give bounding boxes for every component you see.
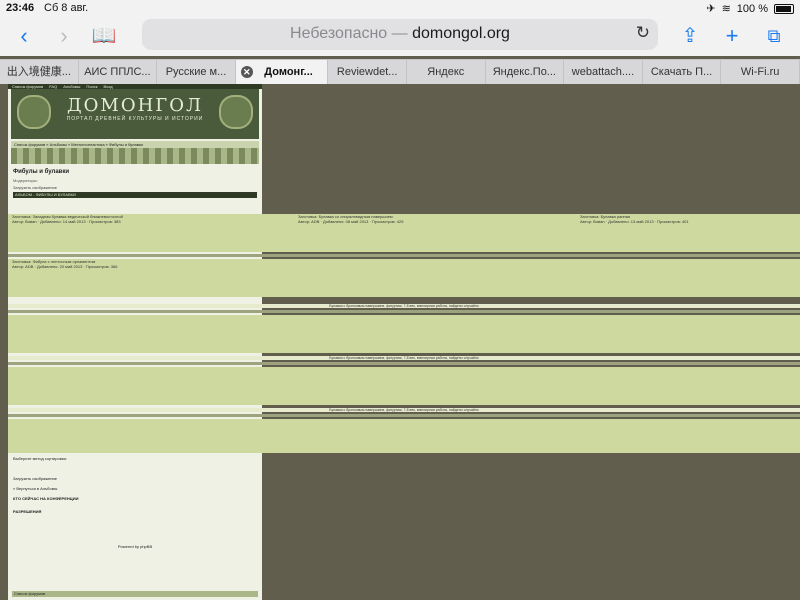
status-date: Сб 8 авг. — [44, 2, 89, 14]
tab-strip: 出入境健康... АИС ППЛС... Русские м... ✕ Домо… — [0, 59, 800, 84]
row-divider — [8, 414, 800, 417]
sort-label: Выберите метод сортировки: — [13, 456, 67, 461]
share-icon[interactable]: ⇪ — [676, 22, 704, 50]
address-prefix: Небезопасно — — [290, 25, 408, 42]
image-caption-strip: Булавка с бронзовым навершием, фигурная,… — [8, 356, 800, 360]
wifi-icon: ≋ — [721, 3, 731, 15]
cell-meta: Автор: ADB · Добавлено: 20 май 2013 · Пр… — [12, 264, 118, 269]
grid-cell[interactable]: Заготовка: Фибула с ленточным орнаментом… — [12, 259, 262, 269]
permissions: РАЗРЕШЕНИЯ — [13, 509, 42, 514]
tab-2[interactable]: АИС ППЛС... — [79, 60, 158, 84]
upload-link-bottom[interactable]: Загрузить изображение — [13, 476, 57, 481]
tab-1[interactable]: 出入境健康... — [0, 60, 79, 84]
cell-meta: Автор: ADB · Добавлено: 08 май 2013 · Пр… — [298, 219, 404, 224]
grid-cell[interactable]: Заготовка: Булавка со спиралевидным наве… — [298, 214, 568, 224]
page-title: Фибулы и булавки — [13, 169, 70, 175]
address-text: Небезопасно — domongol.org — [142, 25, 658, 43]
tabs-icon[interactable]: ⧉ — [760, 22, 788, 50]
breadcrumb[interactable]: Список форумов » Альбомы » Металлопласти… — [11, 141, 259, 148]
cell-meta: Автор: Вован · Добавлено: 14 май 2013 · … — [12, 219, 121, 224]
grid-cell[interactable]: Заготовка: Западная булавка ведической б… — [12, 214, 262, 224]
reload-icon[interactable]: ↻ — [636, 23, 650, 43]
tab-active[interactable]: ✕ Домонг... — [235, 60, 329, 84]
tab-7[interactable]: Яндекс.По... — [486, 60, 565, 84]
ornament-left — [17, 95, 51, 129]
footer-bar[interactable]: Список форумов — [12, 591, 258, 597]
tab-5[interactable]: Reviewdet... — [328, 60, 407, 84]
tab-8[interactable]: webattach.... — [564, 60, 643, 84]
tab-10[interactable]: Wi-Fi.ru — [721, 60, 800, 84]
close-icon[interactable]: ✕ — [240, 66, 253, 78]
address-domain: domongol.org — [412, 25, 510, 42]
cell-meta: Автор: Вован · Добавлено: 13 май 2013 · … — [580, 219, 689, 224]
upload-link[interactable]: Загрузить изображение — [13, 185, 257, 190]
grid-row — [8, 315, 800, 353]
image-grid-overflow: Заготовка: Западная булавка ведической б… — [8, 214, 800, 454]
grid-row: Заготовка: Западная булавка ведической б… — [8, 214, 800, 252]
grid-cell[interactable]: Заготовка: Булавка ранняя Автор: Вован ·… — [580, 214, 790, 224]
book-icon[interactable]: 📖 — [90, 22, 118, 50]
plus-icon[interactable]: + — [718, 22, 746, 50]
web-page-viewport[interactable]: Список форумов FAQ Альбомы Поиск Вход ДО… — [0, 84, 800, 600]
status-time: 23:46 — [6, 2, 35, 14]
tab-3[interactable]: Русские м... — [157, 60, 236, 84]
tab-9[interactable]: Скачать П... — [643, 60, 722, 84]
airplane-icon: ✈ — [706, 3, 716, 15]
site-banner: ДОМОНГОЛ ПОРТАЛ ДРЕВНЕЙ КУЛЬТУРЫ И ИСТОР… — [11, 89, 259, 139]
who-online: КТО СЕЙЧАС НА КОНФЕРЕНЦИИ — [13, 496, 79, 501]
return-link[interactable]: « Вернуться в Альбомы — [13, 486, 57, 491]
decorative-strip — [11, 148, 259, 164]
tab-6[interactable]: Яндекс — [407, 60, 486, 84]
powered-by: Powered by phpBB — [117, 544, 153, 549]
chevron-left-icon[interactable]: ‹ — [10, 22, 38, 50]
row-divider — [8, 254, 800, 257]
battery-percent: 100 % — [736, 2, 768, 15]
image-caption-strip: Булавка с бронзовым навершием, фигурная,… — [8, 408, 800, 412]
grid-row: Заготовка: Фибула с ленточным орнаментом… — [8, 259, 800, 297]
grid-row — [8, 367, 800, 405]
ornament-right — [219, 95, 253, 129]
status-indicators: ✈ ≋ 100 % — [706, 2, 794, 15]
grid-row — [8, 419, 800, 453]
chevron-right-icon[interactable]: › — [50, 22, 78, 50]
status-bar: 23:46 Сб 8 авг. ✈ ≋ 100 % — [0, 0, 800, 16]
moderators: Модераторы: — [13, 178, 38, 183]
address-bar[interactable]: Небезопасно — domongol.org ↻ — [142, 19, 658, 50]
battery-icon — [774, 3, 794, 14]
image-caption-strip: Булавка с бронзовым навершием, фигурная,… — [8, 304, 800, 308]
row-divider — [8, 310, 800, 313]
tab-active-label: Домонг... — [264, 66, 313, 78]
row-divider — [8, 362, 800, 365]
album-header: АЛЬБОМ - ФИБУЛЫ И БУЛАВКИ — [13, 192, 257, 198]
